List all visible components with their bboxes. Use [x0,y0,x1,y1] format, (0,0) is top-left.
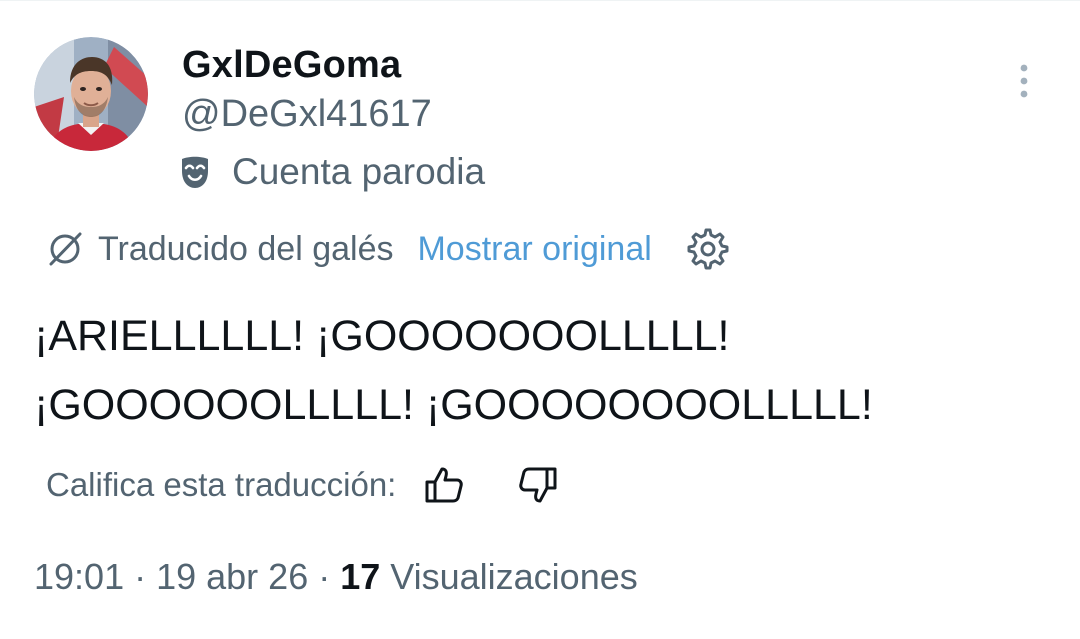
translated-from-label: Traducido del galés [98,229,394,268]
views-count: 17 [340,556,381,597]
thumbs-up-icon[interactable] [422,463,466,507]
tweet-text-line: ¡ARIELLLLLL! ¡GOOOOOOOLLLLL! [34,312,730,360]
rate-translation-label: Califica esta traducción: [46,466,397,503]
show-original-link[interactable]: Mostrar original [417,230,651,269]
tweet-text-line: ¡GOOOOOOLLLLL! ¡GOOOOOOOOLLLLL! [34,381,873,429]
gear-icon[interactable] [686,227,730,271]
avatar-photo [34,37,148,151]
translate-icon [49,232,82,266]
parody-label: Cuenta parodia [232,151,486,192]
meta-separator: · [318,556,331,597]
avatar[interactable] [34,37,148,151]
display-name[interactable]: GxlDeGoma [182,44,401,87]
theater-mask-icon [182,156,208,188]
top-divider [0,0,1080,1]
more-vertical-icon[interactable] [1008,62,1040,102]
tweet-time[interactable]: 19:01 [34,556,124,598]
thumbs-down-icon[interactable] [516,463,560,507]
parody-account-label: Cuenta parodia [180,150,485,194]
tweet-date[interactable]: 19 abr 26 [156,556,308,598]
views-label: Visualizaciones [390,556,638,597]
tweet-meta: 19:01 · 19 abr 26 · 17 Visualizaciones [34,552,638,602]
rate-translation-bar: Califica esta traducción: [46,460,560,510]
meta-separator: · [134,556,147,597]
tweet-text: ¡ARIELLLLLL! ¡GOOOOOOOLLLLL! ¡GOOOOOOLLL… [34,302,1044,440]
translation-bar: Traducido del galés Mostrar original [44,224,730,274]
user-handle[interactable]: @DeGxl41617 [182,93,432,136]
